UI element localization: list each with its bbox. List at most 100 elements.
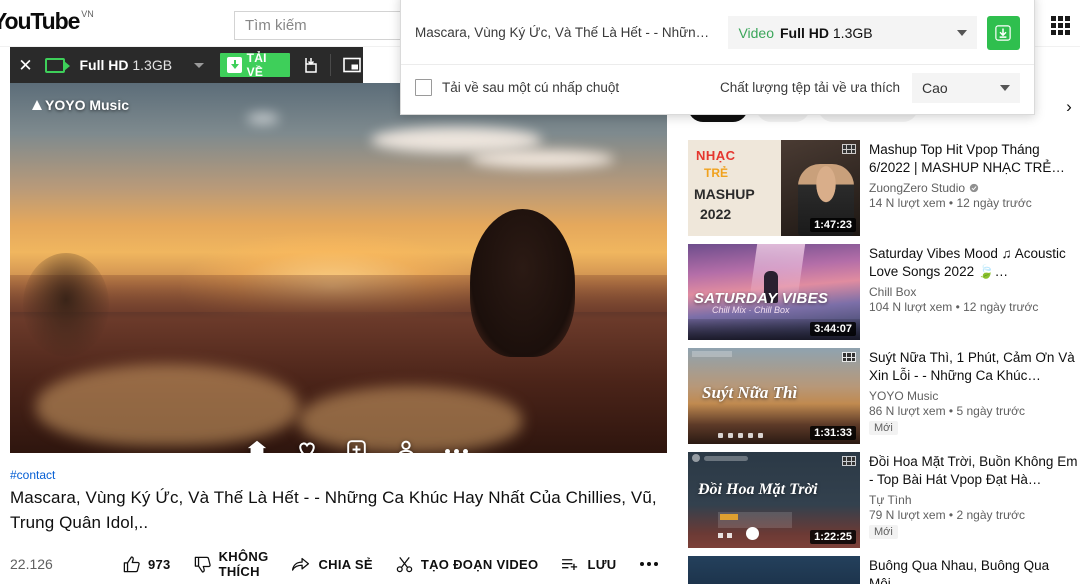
heart-icon[interactable] — [296, 438, 318, 453]
more-dots-icon[interactable] — [445, 449, 468, 453]
plus-box-icon[interactable] — [346, 439, 367, 453]
list-item[interactable]: SATURDAY VIBES Chill Mix · Chill Box 3:4… — [688, 244, 1080, 340]
video-duration: 1:31:33 — [810, 426, 856, 440]
play-icon — [746, 527, 759, 540]
view-count: 22.126 — [10, 556, 53, 572]
thumb-topbar — [692, 351, 732, 357]
thumb-text: Đồi Hoa Mặt Trời — [698, 480, 818, 498]
save-to-icon[interactable] — [300, 53, 322, 77]
toolbar-quality-text[interactable]: Full HD 1.3GB — [79, 57, 172, 73]
video-meta: #contact Mascara, Vùng Ký Ức, Và Thế Là … — [10, 468, 670, 535]
watermark-triangle-icon — [32, 100, 42, 110]
video-title[interactable]: Mashup Top Hit Vpop Tháng 6/2022 | MASHU… — [869, 141, 1080, 177]
dislike-label: KHÔNG THÍCH — [219, 549, 269, 579]
picture-in-picture-icon[interactable] — [341, 53, 363, 77]
dislike-button[interactable]: KHÔNG THÍCH — [193, 549, 269, 579]
video-title[interactable]: Đồi Hoa Mặt Trời, Buồn Không Em - Top Bà… — [869, 453, 1080, 489]
channel-name[interactable]: ZuongZero Studio — [869, 181, 965, 195]
channel-name[interactable]: Chill Box — [869, 285, 916, 299]
dot — [445, 449, 450, 453]
pip-glyph — [343, 57, 361, 73]
popup-download-button[interactable] — [986, 15, 1020, 50]
save-to-glyph — [305, 58, 317, 73]
oneclick-checkbox[interactable] — [415, 79, 432, 96]
like-count: 973 — [148, 556, 171, 572]
player-watermark: YOYO Music — [32, 97, 129, 113]
grid-cell — [1065, 30, 1070, 35]
youtube-logo[interactable]: YouTube VN — [0, 8, 94, 35]
create-clip-label: TẠO ĐOẠN VIDEO — [420, 556, 539, 572]
video-title[interactable]: Buông Qua Nhau, Buông Qua Môi… — [869, 557, 1080, 584]
thumb-card — [718, 511, 792, 528]
video-player[interactable]: YOYO Music — [10, 83, 667, 453]
channel-name[interactable]: YOYO Music — [869, 389, 938, 403]
video-info: Suýt Nữa Thì, 1 Phút, Cảm Ơn Và Xin Lỗi … — [869, 348, 1080, 443]
list-item[interactable]: Suýt Nữa Thì 1:31:33 Suýt Nữa Thì, 1 Phú… — [688, 348, 1080, 444]
video-stats: 79 N lượt xem • 2 ngày trước — [869, 508, 1026, 522]
home-icon[interactable] — [246, 438, 268, 453]
dislike-label-line2: THÍCH — [218, 564, 260, 579]
player-cloud — [469, 149, 615, 169]
more-dots-icon[interactable] — [640, 562, 659, 566]
close-icon[interactable]: ✕ — [10, 47, 41, 83]
video-title[interactable]: Suýt Nữa Thì, 1 Phút, Cảm Ơn Và Xin Lỗi … — [869, 349, 1080, 385]
grid-cell — [1058, 30, 1063, 35]
video-duration: 3:44:07 — [810, 322, 856, 336]
search-placeholder: Tìm kiếm — [245, 17, 307, 34]
video-thumbnail[interactable]: SATURDAY VIBES Chill Mix · Chill Box 3:4… — [688, 244, 860, 340]
video-hashtag[interactable]: #contact — [10, 468, 670, 482]
channel-row: Tự Tình — [869, 493, 1080, 507]
thumbs-down-icon — [194, 556, 211, 573]
video-thumbnail[interactable]: Suýt Nữa Thì 1:31:33 — [688, 348, 860, 444]
share-button[interactable]: CHIA SẺ — [290, 555, 373, 574]
toolbar-divider — [330, 54, 332, 76]
share-icon — [292, 557, 310, 571]
person-icon[interactable] — [395, 438, 417, 453]
channel-row: YOYO Music — [869, 389, 1080, 403]
chevron-down-icon[interactable] — [956, 29, 967, 36]
video-action-row: 22.126 973 KHÔNG THÍCH CHIA SẺ TẠO ĐOẠN … — [10, 549, 690, 579]
list-item[interactable]: Đồi Hoa Mặt Trời 1:22:25 Đồi Hoa Mặt Trờ… — [688, 452, 1080, 548]
chevron-down-icon[interactable] — [1000, 84, 1010, 91]
thumbnail-badge-icon — [842, 352, 856, 362]
plus-box-glyph — [347, 439, 366, 453]
video-duration: 1:47:23 — [810, 218, 856, 232]
video-thumbnail[interactable] — [688, 556, 860, 584]
dot — [454, 449, 459, 453]
download-icon — [227, 57, 242, 73]
thumb-controls — [718, 433, 763, 438]
chevron-right-icon[interactable]: › — [1058, 96, 1080, 118]
share-label: CHIA SẺ — [318, 556, 373, 572]
list-item[interactable]: Buông Qua Nhau, Buông Qua Môi… — [688, 556, 1080, 584]
video-thumbnail[interactable]: NHẠC TRẺ MASHUP 2022 1:47:23 — [688, 140, 860, 236]
video-info: Buông Qua Nhau, Buông Qua Môi… — [869, 556, 1080, 584]
format-kind-label: Video — [738, 24, 774, 41]
thumb-text: TRẺ — [704, 166, 728, 180]
verified-icon — [969, 183, 979, 193]
video-camera-icon — [45, 57, 72, 73]
create-clip-button[interactable]: TẠO ĐOẠN VIDEO — [395, 555, 539, 574]
home-glyph — [247, 440, 267, 453]
status-badge: Mới — [869, 421, 898, 435]
quality-pref-select[interactable]: Cao — [912, 72, 1020, 103]
video-thumbnail[interactable]: Đồi Hoa Mặt Trời 1:22:25 — [688, 452, 860, 548]
popup-options-row: Tải về sau một cú nhấp chuột Chất lượng … — [401, 65, 1034, 110]
like-button[interactable]: 973 — [122, 555, 171, 574]
video-title[interactable]: Saturday Vibes Mood ♫ Acoustic Love Song… — [869, 245, 1080, 281]
player-cloud — [246, 112, 280, 124]
dislike-label-line1: KHÔNG — [218, 549, 269, 564]
chevron-down-icon[interactable] — [194, 62, 205, 68]
save-button[interactable]: LƯU — [560, 555, 616, 574]
list-item[interactable]: NHẠC TRẺ MASHUP 2022 1:47:23 Mashup Top … — [688, 140, 1080, 236]
dot — [463, 449, 468, 453]
video-info: Đồi Hoa Mặt Trời, Buồn Không Em - Top Bà… — [869, 452, 1080, 547]
quality-pref-value: Cao — [922, 79, 948, 96]
video-stats: 104 N lượt xem • 12 ngày trước — [869, 300, 1039, 314]
toolbar-size-label: 1.3GB — [132, 57, 173, 73]
format-select[interactable]: Video Full HD 1.3GB — [728, 16, 977, 49]
channel-name[interactable]: Tự Tình — [869, 493, 912, 507]
grid-apps-icon[interactable] — [1051, 16, 1070, 35]
recommendation-list: NHẠC TRẺ MASHUP 2022 1:47:23 Mashup Top … — [688, 140, 1080, 584]
youtube-logo-country: VN — [81, 9, 94, 19]
download-button[interactable]: TẢI VỀ — [220, 51, 291, 79]
